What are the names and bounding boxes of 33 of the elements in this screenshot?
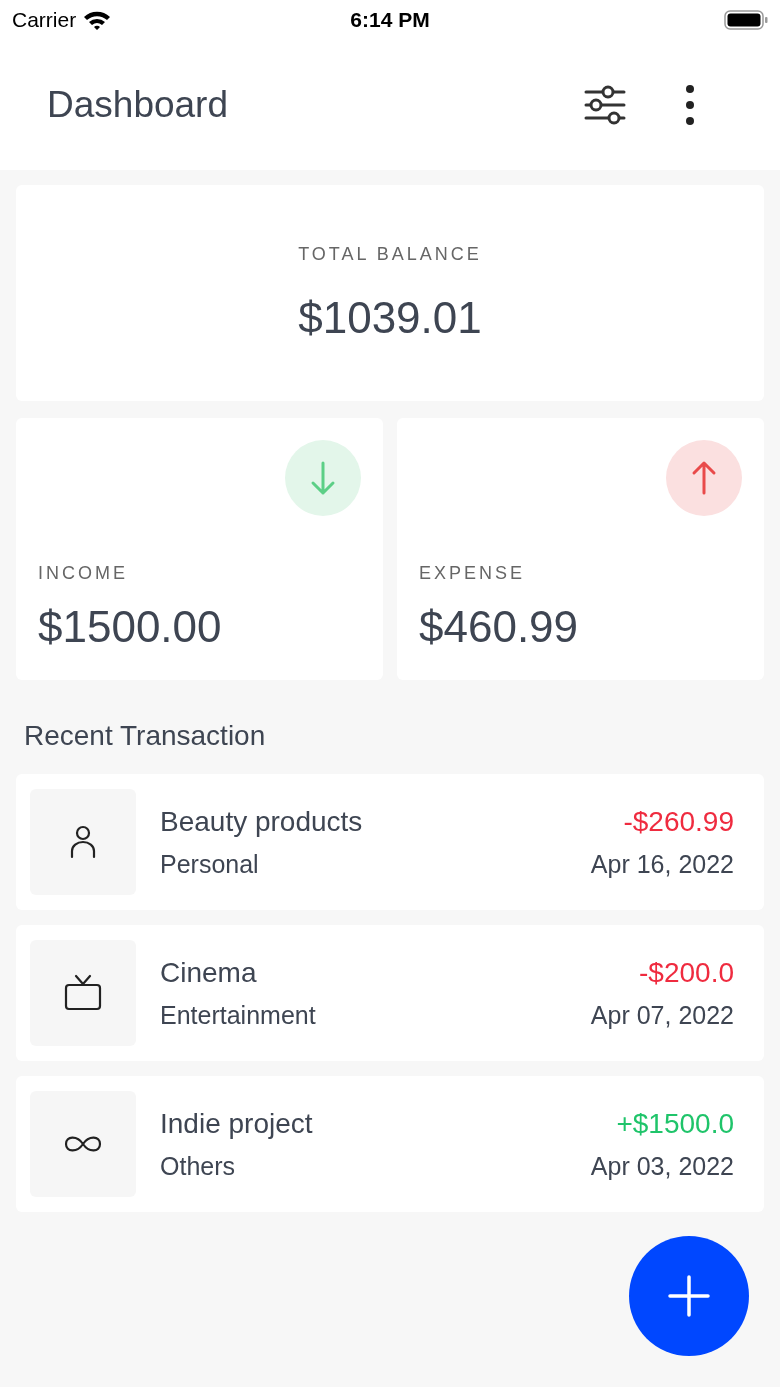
- transaction-title: Indie project: [160, 1107, 314, 1140]
- filter-icon[interactable]: [584, 85, 626, 125]
- transaction-category: Personal: [160, 849, 260, 879]
- person-icon: [30, 789, 136, 895]
- transaction-title: Beauty products: [160, 805, 364, 838]
- transaction-date: Apr 07, 2022: [590, 1000, 734, 1030]
- balance-label: TOTAL BALANCE: [298, 243, 482, 265]
- battery-icon: [724, 10, 768, 30]
- stat-amount: $460.99: [419, 602, 580, 652]
- balance-amount: $1039.01: [298, 292, 482, 343]
- transaction-amount: +$1500.0: [616, 1107, 734, 1140]
- transaction-title: Cinema: [160, 956, 258, 989]
- plus-icon: [667, 1274, 711, 1318]
- transaction-category: Others: [160, 1151, 237, 1181]
- status-time: 6:14 PM: [350, 8, 430, 32]
- transaction-card[interactable]: Indie project Others +$1500.0 Apr 03, 2022: [16, 1076, 764, 1212]
- transaction-date: Apr 16, 2022: [590, 849, 734, 879]
- transaction-card[interactable]: Cinema Entertainment -$200.0 Apr 07, 2022: [16, 925, 764, 1061]
- section-title: Recent Transaction: [24, 720, 267, 752]
- transaction-category: Entertainment: [160, 1000, 317, 1030]
- stat-label: INCOME: [38, 563, 129, 584]
- stat-label: EXPENSE: [419, 563, 527, 584]
- infinity-icon: [30, 1091, 136, 1197]
- tv-icon: [30, 940, 136, 1046]
- carrier-name: Carrier: [12, 8, 77, 32]
- stat-amount: $1500.00: [38, 602, 223, 652]
- wifi-icon: [82, 9, 113, 31]
- transaction-amount: -$260.99: [623, 805, 734, 838]
- transaction-date: Apr 03, 2022: [590, 1151, 734, 1181]
- transaction-card[interactable]: Beauty products Personal -$260.99 Apr 16, 2022: [16, 774, 764, 910]
- transaction-amount: -$200.0: [639, 956, 734, 989]
- more-icon[interactable]: [684, 85, 696, 125]
- page-title: Dashboard: [47, 84, 228, 126]
